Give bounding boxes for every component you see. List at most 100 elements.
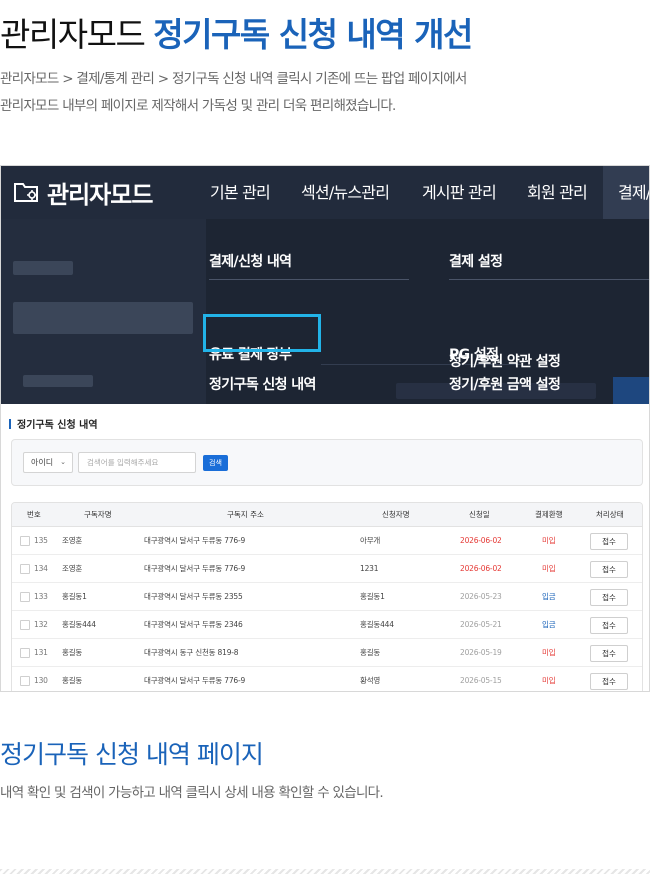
cell-number: 131 — [34, 648, 48, 657]
search-select-value: 아이디 — [31, 458, 54, 467]
cell-date: 2026-05-23 — [460, 592, 502, 601]
hero-title: 관리자모드 정기구독 신청 내역 개선 — [0, 8, 473, 56]
nav-board[interactable]: 게시판 관리 — [422, 166, 497, 219]
menu-terms-settings[interactable]: 정기/후원 약관 설정 — [449, 351, 561, 371]
hero-desc-line-1: 관리자모드 > 결제/통계 관리 > 정기구독 신청 내역 클릭시 기존에 뜨는… — [0, 71, 467, 87]
search-panel: 아이디 ⌄ 검색어를 입력해주세요 검색 — [11, 439, 643, 486]
table-row[interactable]: 131 홍길동 대구광역시 동구 신천동 819-8 홍길동 2026-05-19 미입 접… — [12, 639, 642, 667]
cell-payment: 미입 — [542, 564, 556, 573]
section-title: 정기구독 신청 내역 페이지 — [0, 740, 264, 769]
payment-dropdown-menu: 결제/신청 내역 유료 결제 장부 정기구독 신청 내역 결제 설정 PG 설정… — [1, 219, 649, 404]
row-checkbox[interactable] — [20, 648, 30, 658]
admin-top-bar: 관리자모드 기본 관리 섹션/뉴스관리 게시판 관리 회원 관리 결제/통계 관… — [1, 166, 649, 219]
cell-applicant: 1231 — [360, 564, 379, 573]
cell-number: 134 — [34, 564, 48, 573]
cell-payment: 입금 — [542, 592, 556, 601]
search-input[interactable]: 검색어를 입력해주세요 — [78, 452, 196, 473]
folder-gear-icon — [14, 183, 38, 202]
nav-basic[interactable]: 기본 관리 — [210, 166, 271, 219]
status-button[interactable]: 접수 — [590, 561, 628, 578]
status-button[interactable]: 접수 — [590, 589, 628, 606]
table-header: 번호 구독자명 구독지 주소 신청자명 신청일 결제환행 처리상태 — [12, 503, 642, 527]
col-subscriber: 구독자명 — [84, 510, 112, 519]
cell-payment: 미입 — [542, 648, 556, 657]
cell-applicant: 황석영 — [360, 676, 381, 685]
cell-date: 2026-06-02 — [460, 536, 502, 545]
cell-address: 대구광역시 달서구 두류동 776-9 — [144, 536, 246, 545]
status-button[interactable]: 접수 — [590, 673, 628, 690]
hero-description: 관리자모드 > 결제/통계 관리 > 정기구독 신청 내역 클릭시 기존에 뜨는… — [0, 66, 467, 120]
cell-address: 대구광역시 달서구 두류동 2355 — [144, 592, 243, 601]
menu-subscription-history[interactable]: 정기구독 신청 내역 — [209, 374, 316, 394]
table-row[interactable]: 135 조영훈 대구광역시 달서구 두류동 776-9 아무개 2026-06-02 미입… — [12, 527, 642, 555]
cell-date: 2026-05-19 — [460, 648, 502, 657]
col-status: 처리상태 — [596, 510, 624, 519]
col-payment: 결제환행 — [535, 510, 563, 519]
hero-title-accent: 정기구독 신청 내역 개선 — [153, 15, 473, 54]
col-applicant: 신청자명 — [382, 510, 410, 519]
dropdown-heading-payment-history: 결제/신청 내역 — [209, 254, 292, 270]
menu-amount-settings[interactable]: 정기/후원 금액 설정 — [449, 374, 561, 394]
col-number: 번호 — [27, 510, 41, 519]
background-placeholder — [23, 375, 93, 387]
background-placeholder — [613, 377, 649, 404]
cell-applicant: 홍길동1 — [360, 592, 385, 601]
cell-date: 2026-05-21 — [460, 620, 502, 629]
cell-payment: 미입 — [542, 536, 556, 545]
cell-number: 135 — [34, 536, 48, 545]
col-address: 구독지 주소 — [227, 510, 264, 519]
logo-text: 관리자모드 — [47, 180, 153, 209]
cell-date: 2026-06-02 — [460, 564, 502, 573]
nav-member[interactable]: 회원 관리 — [527, 166, 588, 219]
cell-subscriber: 조영훈 — [62, 564, 83, 573]
admin-screenshot: 관리자모드 기본 관리 섹션/뉴스관리 게시판 관리 회원 관리 결제/통계 관… — [0, 165, 650, 692]
nav-payment-stats[interactable]: 결제/통계 관리 — [603, 166, 649, 219]
cell-payment: 미입 — [542, 676, 556, 685]
table-row[interactable]: 134 조영훈 대구광역시 달서구 두류동 776-9 1231 2026-06-02 미… — [12, 555, 642, 583]
search-button[interactable]: 검색 — [203, 455, 228, 471]
row-checkbox[interactable] — [20, 676, 30, 686]
subscription-table: 번호 구독자명 구독지 주소 신청자명 신청일 결제환행 처리상태 135 조영훈… — [11, 502, 643, 691]
cell-number: 132 — [34, 620, 48, 629]
hero-desc-line-2: 관리자모드 내부의 페이지로 제작해서 가독성 및 관리 더욱 편리해졌습니다. — [0, 98, 396, 114]
row-checkbox[interactable] — [20, 536, 30, 546]
nav-section-news[interactable]: 섹션/뉴스관리 — [301, 166, 390, 219]
page-title: 정기구독 신청 내역 — [9, 416, 98, 431]
background-placeholder — [13, 302, 193, 334]
chevron-down-icon: ⌄ — [60, 458, 66, 466]
row-checkbox[interactable] — [20, 620, 30, 630]
table-row[interactable]: 132 홍길동444 대구광역시 달서구 두류동 2346 홍길동444 2026-05… — [12, 611, 642, 639]
cell-applicant: 홍길동 — [360, 648, 381, 657]
admin-logo[interactable]: 관리자모드 — [13, 177, 153, 209]
status-button[interactable]: 접수 — [590, 617, 628, 634]
row-checkbox[interactable] — [20, 592, 30, 602]
section-description: 내역 확인 및 검색이 가능하고 내역 클릭시 상세 내용 확인할 수 있습니다… — [0, 785, 384, 801]
status-button[interactable]: 접수 — [590, 533, 628, 550]
dashed-divider — [0, 869, 650, 874]
hero-title-plain: 관리자모드 — [0, 15, 154, 54]
col-date: 신청일 — [469, 510, 490, 519]
subscription-list-page: 정기구독 신청 내역 아이디 ⌄ 검색어를 입력해주세요 검색 번호 구독자명 구… — [1, 404, 649, 691]
cell-subscriber: 홍길동 — [62, 676, 83, 685]
dropdown-divider — [449, 279, 649, 280]
table-row[interactable]: 133 홍길동1 대구광역시 달서구 두류동 2355 홍길동1 2026-05-23 입… — [12, 583, 642, 611]
background-placeholder — [13, 261, 73, 275]
highlight-box — [203, 314, 321, 352]
dropdown-divider — [209, 279, 409, 280]
table-row[interactable]: 130 홍길동 대구광역시 달서구 두류동 776-9 황석영 2026-05-15 미입… — [12, 667, 642, 691]
cell-subscriber: 홍길동1 — [62, 592, 87, 601]
cell-subscriber: 홍길동 — [62, 648, 83, 657]
cell-subscriber: 홍길동444 — [62, 620, 96, 629]
cell-address: 대구광역시 동구 신천동 819-8 — [144, 648, 239, 657]
row-checkbox[interactable] — [20, 564, 30, 574]
dropdown-heading-payment-settings: 결제 설정 — [449, 254, 503, 270]
cell-address: 대구광역시 달서구 두류동 776-9 — [144, 564, 246, 573]
cell-subscriber: 조영훈 — [62, 536, 83, 545]
cell-payment: 입금 — [542, 620, 556, 629]
cell-applicant: 아무개 — [360, 536, 381, 545]
cell-address: 대구광역시 달서구 두류동 2346 — [144, 620, 243, 629]
search-type-select[interactable]: 아이디 ⌄ — [23, 452, 73, 473]
cell-number: 130 — [34, 676, 48, 685]
cell-address: 대구광역시 달서구 두류동 776-9 — [144, 676, 246, 685]
status-button[interactable]: 접수 — [590, 645, 628, 662]
